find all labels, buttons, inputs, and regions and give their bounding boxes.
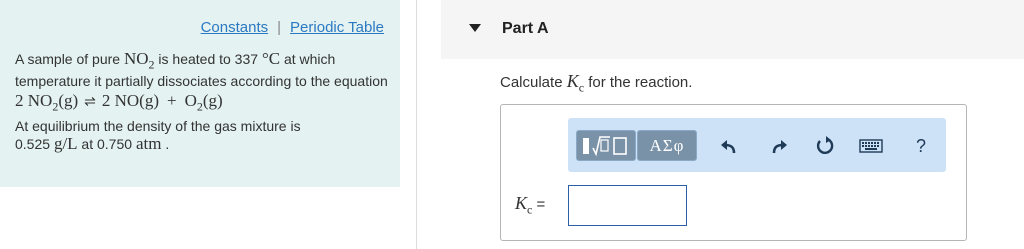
- math-toolbar: ΑΣφ ?: [568, 118, 946, 172]
- problem-text: A sample of pure: [15, 51, 124, 67]
- keyboard-icon[interactable]: [858, 134, 884, 158]
- problem-text: At equilibrium the density of the gas mi…: [15, 117, 301, 134]
- problem-panel: Constants | Periodic Table A sample of pur…: [0, 0, 400, 187]
- reset-icon[interactable]: [812, 134, 838, 158]
- part-header[interactable]: Part A: [441, 0, 1024, 59]
- density-unit: g/L: [53, 133, 78, 153]
- equilibrium-arrow: ⇌: [84, 95, 96, 111]
- kc-symbol: Kc: [566, 71, 585, 95]
- kc-answer-input[interactable]: [568, 185, 687, 226]
- problem-text: is heated to 337: [154, 51, 262, 67]
- link-separator: |: [277, 19, 282, 36]
- compound-formula: NO2: [123, 49, 155, 72]
- undo-icon[interactable]: [716, 134, 742, 158]
- part-title: Part A: [502, 20, 549, 37]
- collapse-triangle-icon[interactable]: [469, 24, 481, 32]
- templates-icon: [583, 135, 627, 156]
- redo-icon[interactable]: [766, 134, 792, 158]
- question-prompt: Calculate Kc for the reaction.: [500, 71, 693, 95]
- constants-link[interactable]: Constants: [201, 19, 269, 36]
- answer-box: ΑΣφ ? Kc =: [500, 104, 967, 241]
- pressure-unit: atm: [135, 133, 162, 153]
- temperature-unit: °C: [261, 49, 281, 68]
- problem-text: at 0.750: [77, 135, 136, 152]
- panel-divider: [416, 0, 417, 249]
- help-button[interactable]: ?: [908, 134, 934, 158]
- answer-label: Kc =: [515, 193, 546, 217]
- symbols-button[interactable]: ΑΣφ: [637, 130, 697, 161]
- periodic-table-link[interactable]: Periodic Table: [290, 19, 384, 36]
- templates-button[interactable]: [576, 130, 636, 161]
- resource-links: Constants | Periodic Table: [201, 19, 384, 36]
- reaction-equation: 2 NO2(g) ⇌ 2 NO(g) + O2(g): [15, 91, 223, 114]
- density-value: 0.525: [15, 135, 54, 152]
- problem-statement: A sample of pure NO2 is heated to 337 °C…: [15, 50, 390, 153]
